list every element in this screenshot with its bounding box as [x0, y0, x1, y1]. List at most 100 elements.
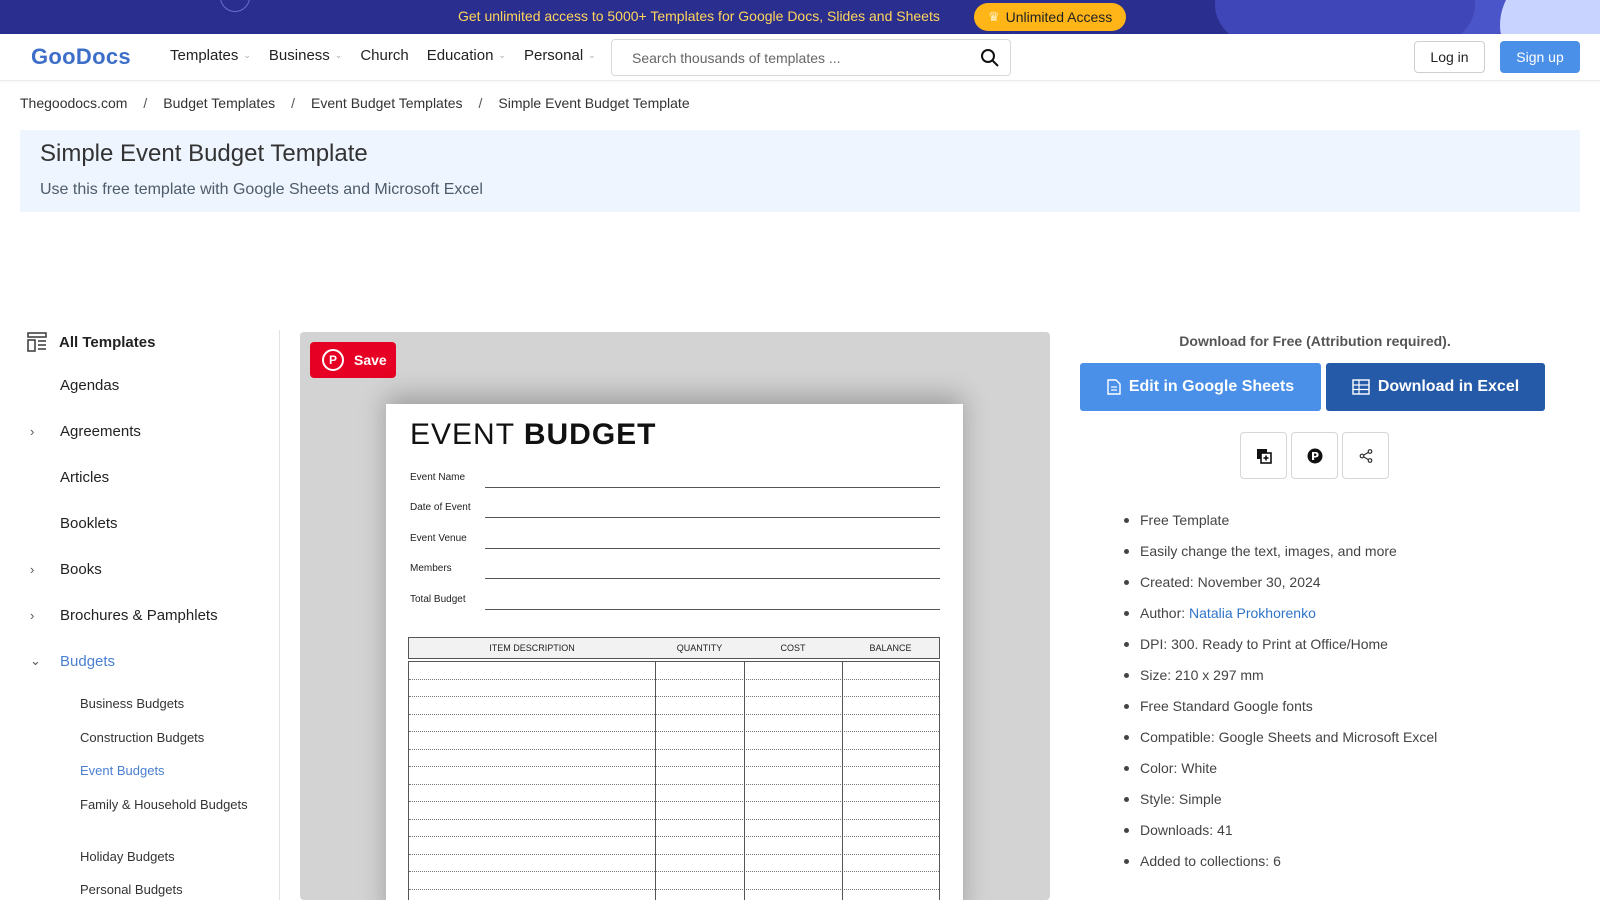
template-document[interactable]: EVENT BUDGET Event Name Date of Event Ev…	[386, 404, 963, 900]
sidebar-item-books[interactable]: › Books	[0, 557, 270, 581]
category-sidebar: All Templates Agendas › Agreements Artic…	[0, 330, 280, 900]
sidebar-subitem-construction-budgets[interactable]: Construction Budgets	[80, 729, 260, 747]
nav-church[interactable]: Church	[360, 47, 408, 64]
feature-item: Color: White	[1124, 758, 1580, 789]
nav-business[interactable]: Business ⌄	[269, 47, 342, 64]
download-note: Download for Free (Attribution required)…	[1179, 333, 1451, 349]
chevron-down-icon: ⌄	[334, 50, 343, 60]
chevron-right-icon[interactable]: ›	[30, 562, 34, 577]
breadcrumb-separator: /	[291, 95, 296, 111]
download-in-excel-button[interactable]: Download in Excel	[1326, 363, 1545, 411]
template-preview: P Save EVENT BUDGET Event Name Date of E…	[300, 332, 1050, 900]
search-input[interactable]	[632, 49, 980, 66]
doc-column-header: BALANCE	[869, 643, 912, 653]
edit-in-google-sheets-button[interactable]: Edit in Google Sheets	[1080, 363, 1321, 411]
doc-field-label: Total Budget	[410, 594, 466, 605]
sidebar-item-budgets[interactable]: ⌄ Budgets	[0, 649, 270, 673]
feature-item: Created: November 30, 2024	[1124, 572, 1580, 603]
sidebar-subitem-family-budgets[interactable]: Family & Household Budgets	[80, 796, 260, 814]
doc-field-label: Members	[410, 563, 452, 574]
chevron-down-icon: ⌄	[588, 50, 596, 60]
decor-circle	[220, 0, 250, 12]
excel-label: Download in Excel	[1377, 378, 1520, 395]
feature-item: Free Standard Google fonts	[1124, 696, 1580, 727]
doc-table-header: ITEM DESCRIPTION QUANTITY COST BALANCE	[408, 637, 940, 659]
breadcrumb-separator: /	[143, 95, 148, 111]
doc-field-label: Event Name	[410, 472, 466, 483]
feature-item: Downloads: 41	[1124, 820, 1580, 851]
doc-column-divider	[655, 662, 656, 900]
add-collection-icon	[1256, 448, 1272, 464]
sidebar-item-agendas[interactable]: Agendas	[0, 373, 270, 397]
doc-column-divider	[842, 662, 843, 900]
chevron-down-icon: ⌄	[243, 50, 251, 60]
doc-field: Total Budget	[410, 592, 940, 610]
sidebar-item-booklets[interactable]: Booklets	[0, 511, 270, 535]
doc-column-header: COST	[780, 643, 806, 653]
doc-table-row	[409, 785, 939, 802]
chevron-right-icon[interactable]: ›	[30, 424, 34, 439]
pinterest-save-button[interactable]: P Save	[310, 342, 396, 378]
breadcrumb-link[interactable]: Budget Templates	[163, 95, 275, 111]
doc-field: Members	[410, 561, 940, 579]
title-box: Simple Event Budget Template Use this fr…	[20, 130, 1580, 212]
chevron-right-icon[interactable]: ›	[30, 608, 34, 623]
doc-title-light: EVENT	[410, 418, 515, 451]
edit-label: Edit in Google Sheets	[1128, 378, 1295, 395]
pinterest-icon: P	[322, 349, 344, 371]
nav-education[interactable]: Education ⌄	[427, 47, 506, 64]
doc-table-row	[409, 750, 939, 767]
doc-table-row	[409, 767, 939, 785]
nav-label: Templates	[170, 47, 239, 64]
doc-table-row	[409, 680, 939, 697]
share-button[interactable]	[1342, 432, 1389, 479]
nav-label: Church	[360, 47, 409, 64]
main-nav: Templates ⌄ Business ⌄ Church Education ⌄ P…	[170, 47, 596, 64]
sidebar-item-brochures[interactable]: › Brochures & Pamphlets	[0, 603, 270, 627]
chevron-down-icon: ⌄	[498, 50, 506, 60]
logo[interactable]: GooDocs	[31, 44, 131, 70]
breadcrumb: Thegoodocs.com / Budget Templates / Even…	[20, 95, 690, 111]
feature-item: Added to collections: 6	[1124, 851, 1580, 882]
sidebar-subitem-event-budgets[interactable]: Event Budgets	[80, 762, 260, 780]
nav-personal[interactable]: Personal ⌄	[524, 47, 596, 64]
author-link[interactable]: Natalia Prokhorenko	[1189, 605, 1316, 621]
chevron-down-icon[interactable]: ⌄	[30, 653, 41, 669]
feature-item: DPI: 300. Ready to Print at Office/Home	[1124, 634, 1580, 665]
sidebar-item-articles[interactable]: Articles	[0, 465, 270, 489]
sidebar-item-agreements[interactable]: › Agreements	[0, 419, 270, 443]
doc-table-row	[409, 837, 939, 855]
page-title: Simple Event Budget Template	[40, 140, 368, 167]
breadcrumb-link[interactable]: Thegoodocs.com	[20, 95, 127, 111]
doc-field-line	[485, 578, 940, 579]
all-templates-link[interactable]: All Templates	[27, 332, 155, 352]
doc-table-row	[409, 697, 939, 715]
login-button[interactable]: Log in	[1414, 41, 1485, 73]
promo-text[interactable]: Get unlimited access to 5000+ Templates …	[458, 8, 940, 24]
doc-column-divider	[744, 662, 745, 900]
doc-table-row	[409, 802, 939, 820]
nav-label: Business	[268, 47, 330, 64]
breadcrumb-link[interactable]: Event Budget Templates	[311, 95, 463, 111]
sidebar-item-label: Agreements	[60, 422, 141, 440]
search-icon[interactable]	[980, 48, 1000, 68]
doc-table-row	[409, 732, 939, 750]
unlimited-access-label: Unlimited Access	[1005, 9, 1113, 25]
doc-field-label: Date of Event	[410, 502, 471, 513]
templates-grid-icon	[27, 332, 47, 352]
sidebar-subitem-holiday-budgets[interactable]: Holiday Budgets	[80, 848, 260, 866]
sidebar-subitem-personal-budgets[interactable]: Personal Budgets	[80, 881, 260, 899]
sidebar-subitem-business-budgets[interactable]: Business Budgets	[80, 695, 260, 713]
add-to-collection-button[interactable]	[1240, 432, 1287, 479]
pinterest-share-button[interactable]: P	[1291, 432, 1338, 479]
template-features: Free Template Easily change the text, im…	[1124, 510, 1580, 882]
sheet-icon	[1107, 379, 1121, 395]
site-header: GooDocs Templates ⌄ Business ⌄ Church Educ…	[0, 34, 1600, 81]
nav-templates[interactable]: Templates ⌄	[170, 47, 251, 64]
save-label: Save	[354, 352, 387, 368]
decor-blob	[1215, 0, 1475, 34]
excel-icon	[1352, 379, 1370, 395]
doc-field-line	[485, 609, 940, 610]
signup-button[interactable]: Sign up	[1500, 41, 1580, 73]
unlimited-access-button[interactable]: ♛ Unlimited Access	[974, 3, 1127, 31]
